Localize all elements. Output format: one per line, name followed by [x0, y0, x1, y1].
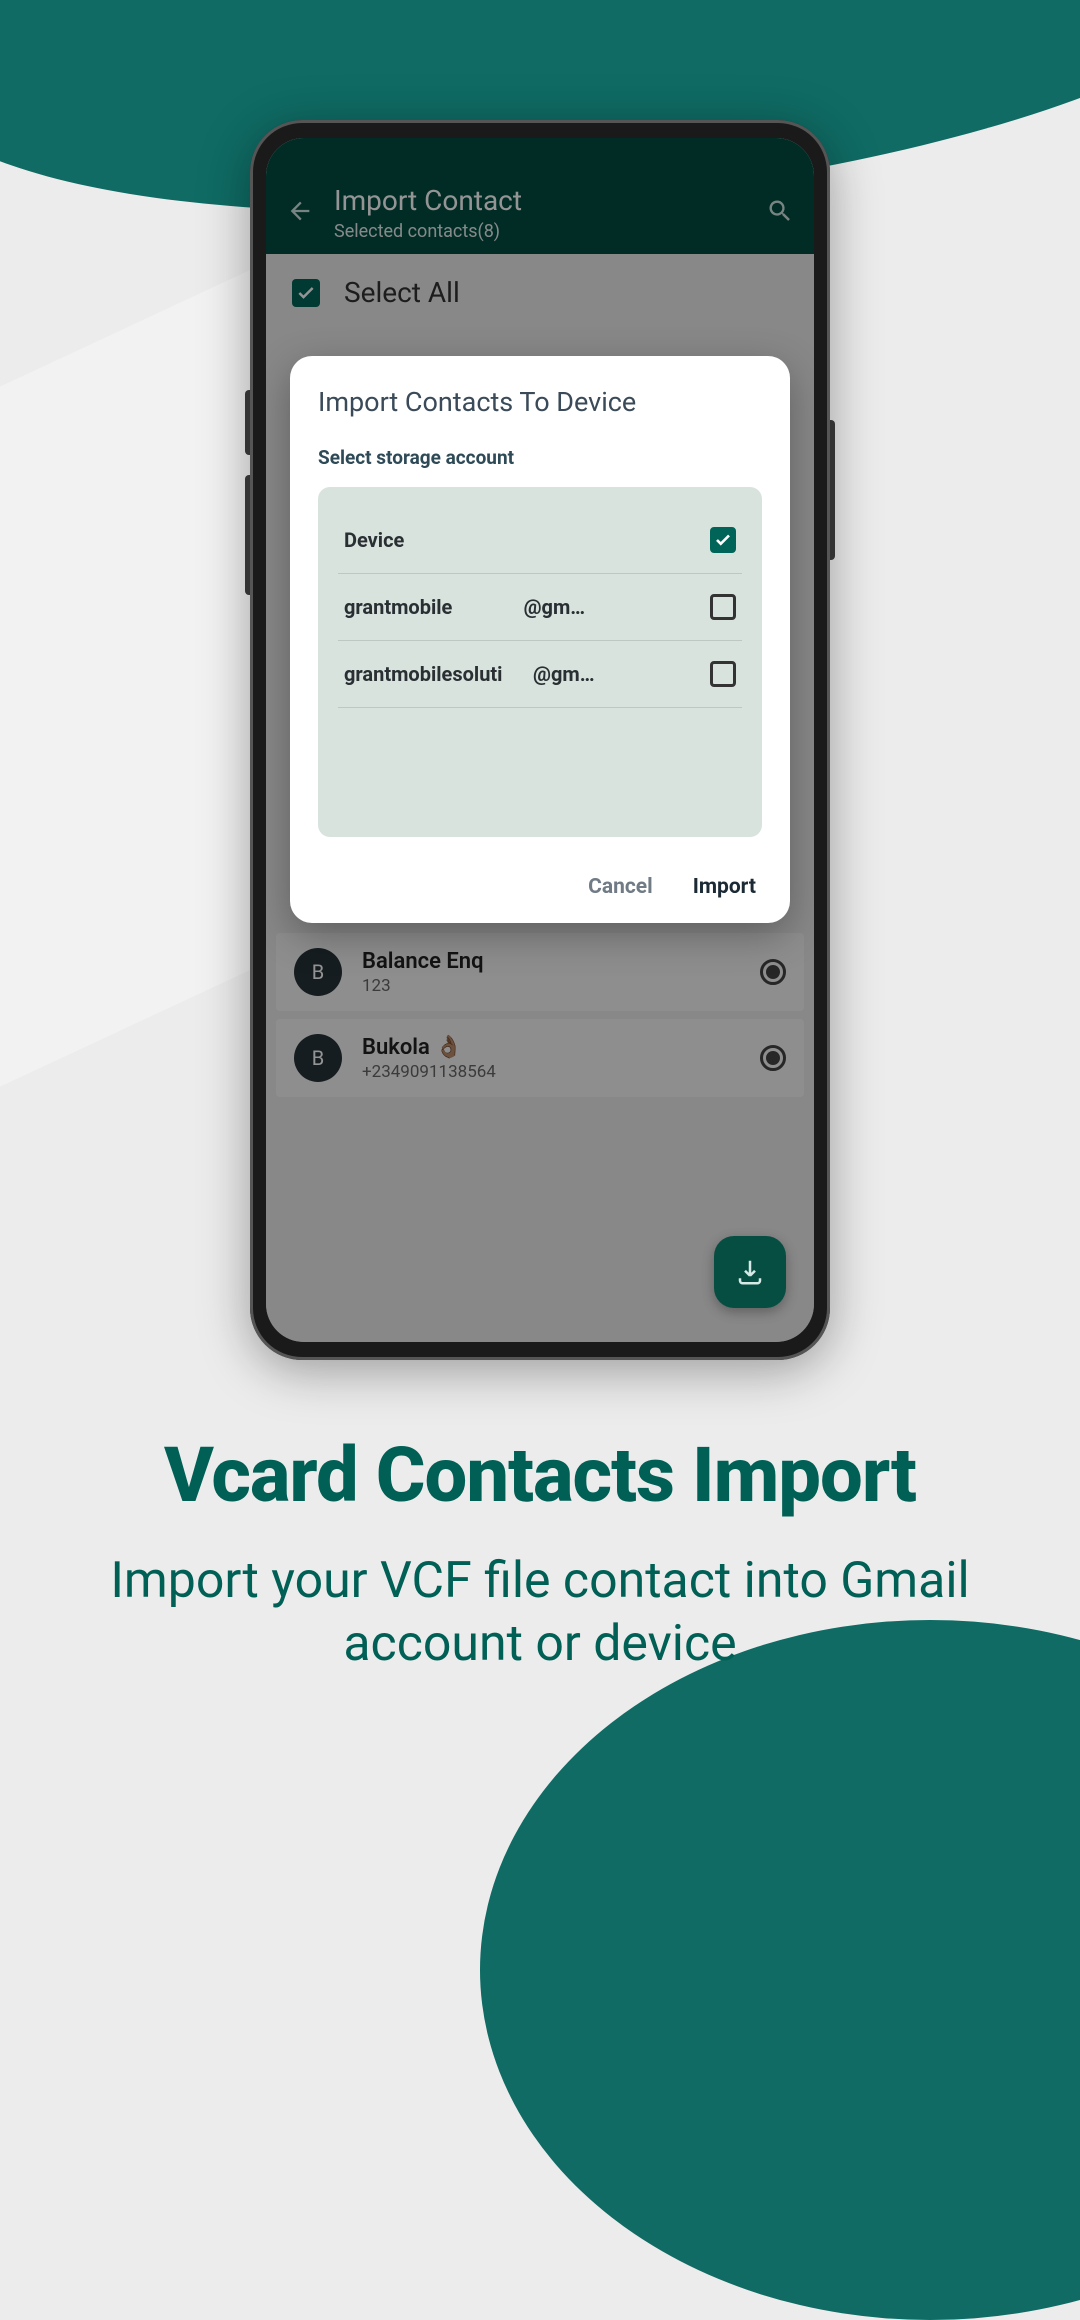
dialog-actions: Cancel Import — [318, 875, 762, 899]
device-button — [245, 475, 250, 595]
marketing-title: Vcard Contacts Import — [50, 1430, 1030, 1520]
marketing-section: Vcard Contacts Import Import your VCF fi… — [0, 1430, 1080, 1675]
device-button — [245, 390, 250, 455]
dialog-title: Import Contacts To Device — [318, 386, 762, 418]
option-label: grantmobilesolutixxx@gm… — [344, 662, 595, 686]
checkbox-icon[interactable] — [710, 527, 736, 553]
device-button — [830, 420, 835, 560]
import-button[interactable]: Import — [693, 875, 756, 899]
cancel-button[interactable]: Cancel — [588, 875, 653, 899]
account-option-email[interactable]: grantmobilesolutixxx@gm… — [338, 641, 742, 708]
download-fab[interactable] — [714, 1236, 786, 1308]
bg-bottom-shape — [480, 1620, 1080, 2320]
checkbox-icon[interactable] — [710, 594, 736, 620]
account-option-device[interactable]: Device — [338, 507, 742, 574]
account-options: Device grantmobilexxxxxxx@gm… grantmobil… — [318, 487, 762, 837]
checkbox-icon[interactable] — [710, 661, 736, 687]
device-screen: Import Contact Selected contacts(8) Sele… — [266, 138, 814, 1342]
account-option-email[interactable]: grantmobilexxxxxxx@gm… — [338, 574, 742, 641]
option-label: grantmobilexxxxxxx@gm… — [344, 595, 585, 619]
option-label: Device — [344, 528, 404, 552]
import-dialog: Import Contacts To Device Select storage… — [290, 356, 790, 923]
dialog-subtitle: Select storage account — [318, 446, 762, 469]
marketing-subtitle: Import your VCF file contact into Gmail … — [50, 1550, 1030, 1675]
device-frame: Import Contact Selected contacts(8) Sele… — [250, 120, 830, 1360]
